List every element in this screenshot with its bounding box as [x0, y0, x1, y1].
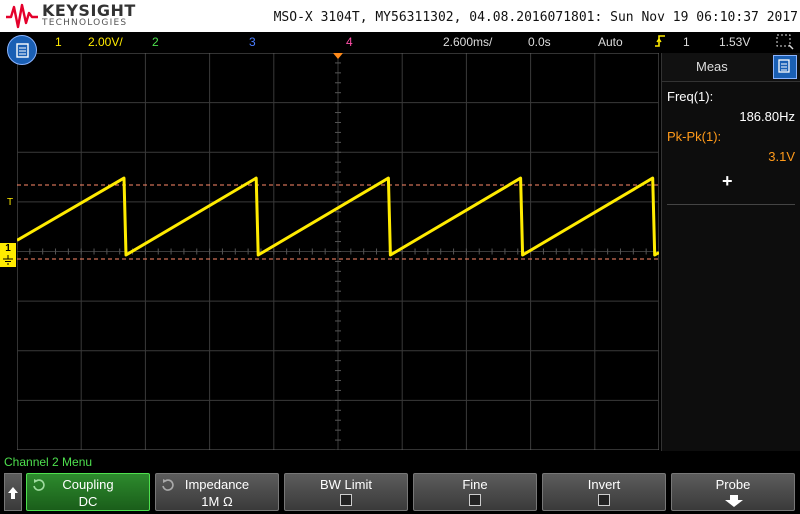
expand-icon[interactable] [775, 33, 795, 54]
up-arrow-icon [8, 487, 18, 499]
coupling-value: DC [78, 494, 98, 509]
fine-label: Fine [462, 477, 488, 492]
trigger-position-marker[interactable] [333, 53, 343, 59]
invert-checkbox[interactable] [598, 494, 610, 506]
ch1-number[interactable]: 1 [55, 35, 62, 49]
measurements-divider [667, 204, 795, 205]
invert-softkey[interactable]: Invert [542, 473, 666, 511]
instrument-info: MSO-X 3104T, MY56311302, 04.08.201607180… [273, 10, 798, 25]
bw-limit-checkbox[interactable] [340, 494, 352, 506]
horizontal-delay[interactable]: 0.0s [528, 35, 551, 49]
ch4-number[interactable]: 4 [346, 35, 353, 49]
coupling-softkey[interactable]: Coupling DC [26, 473, 150, 511]
impedance-label: Impedance [184, 477, 250, 492]
down-arrow-icon [725, 495, 743, 507]
measurements-panel: Meas Freq(1): 186.80Hz Pk-Pk(1): 3.1V + [661, 53, 800, 451]
impedance-softkey[interactable]: Impedance 1M Ω [155, 473, 279, 511]
invert-label: Invert [587, 477, 621, 492]
meas-freq-value: 186.80Hz [739, 109, 795, 124]
measurements-header[interactable]: Meas [662, 53, 800, 82]
add-measurement-button[interactable]: + [722, 171, 733, 192]
impedance-value: 1M Ω [201, 494, 233, 509]
ch1-scale[interactable]: 2.00V/ [88, 35, 123, 49]
main-menu-button[interactable] [7, 35, 37, 65]
back-button[interactable] [4, 473, 22, 511]
bw-limit-softkey[interactable]: BW Limit [284, 473, 408, 511]
rising-edge-trigger-icon [654, 33, 666, 52]
trigger-level-marker[interactable]: T [7, 197, 13, 208]
ch3-number[interactable]: 3 [249, 35, 256, 49]
meas-pkpk-value: 3.1V [768, 149, 795, 164]
ch1-ground-label: 1 [5, 243, 11, 254]
title-bar: KEYSIGHT TECHNOLOGIES MSO-X 3104T, MY563… [0, 0, 800, 32]
waveform-display[interactable] [17, 53, 659, 450]
probe-softkey[interactable]: Probe [671, 473, 795, 511]
menu-icon [16, 43, 29, 58]
meas-pkpk-label: Pk-Pk(1): [667, 129, 722, 144]
timebase-scale[interactable]: 2.600ms/ [443, 35, 492, 49]
keysight-logo-icon [6, 3, 38, 29]
coupling-label: Coupling [62, 477, 114, 492]
trigger-source[interactable]: 1 [683, 35, 690, 49]
status-bar: 1 2.00V/ 2 3 4 2.600ms/ 0.0s Auto 1 1.53… [0, 32, 800, 52]
ch1-ground-marker[interactable]: 1 [0, 243, 16, 267]
measurements-title: Meas [696, 59, 728, 74]
fine-softkey[interactable]: Fine [413, 473, 537, 511]
ground-icon [3, 255, 13, 265]
ch2-number[interactable]: 2 [152, 35, 159, 49]
fine-checkbox[interactable] [469, 494, 481, 506]
panel-menu-icon[interactable] [773, 55, 797, 79]
probe-label: Probe [715, 477, 751, 492]
bw-limit-label: BW Limit [320, 477, 372, 492]
trigger-level[interactable]: 1.53V [719, 35, 750, 49]
meas-freq-label: Freq(1): [667, 89, 714, 104]
brand-subtitle: TECHNOLOGIES [42, 18, 128, 28]
trigger-mode[interactable]: Auto [598, 35, 623, 49]
softkey-menu-title: Channel 2 Menu [4, 455, 93, 469]
